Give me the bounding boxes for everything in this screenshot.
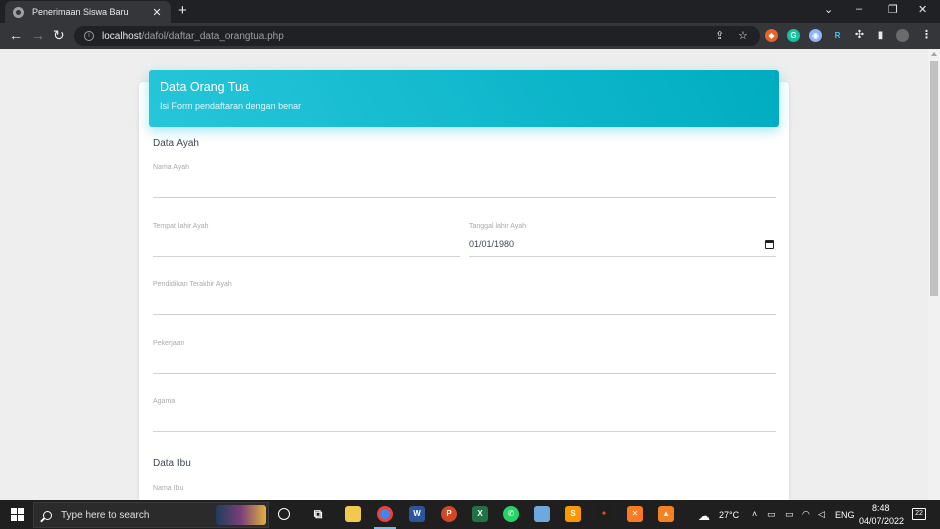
windows-taskbar: Type here to search ⧉ W P X ✆ S ✦ ✕ ▲ ☁ … bbox=[0, 500, 940, 529]
browser-tab[interactable]: Penerimaan Siswa Baru ✕ bbox=[5, 1, 171, 23]
language-indicator[interactable]: ENG bbox=[835, 510, 855, 520]
taskbar-search-box[interactable]: Type here to search bbox=[33, 502, 269, 528]
calendar-icon[interactable] bbox=[765, 240, 774, 249]
extension-brave-icon[interactable]: ◆ bbox=[765, 29, 778, 42]
tab-search-icon[interactable]: ⌄ bbox=[824, 3, 833, 16]
father-job-field[interactable]: Pekerjaan bbox=[153, 340, 776, 374]
father-name-label: Nama Ayah bbox=[153, 164, 190, 171]
browser-toolbar: ← → ↻ i localhost /dafol/daftar_data_ora… bbox=[0, 23, 940, 49]
father-birthplace-field[interactable]: Tempat lahir Ayah bbox=[153, 223, 460, 257]
weather-cloud-icon[interactable]: ☁ bbox=[698, 509, 710, 523]
windows-start-icon[interactable] bbox=[11, 508, 24, 521]
figma-icon[interactable]: ✦ bbox=[596, 506, 612, 522]
forward-arrow-icon[interactable]: → bbox=[31, 27, 45, 43]
share-icon[interactable]: ⇪ bbox=[715, 29, 724, 42]
father-job-label: Pekerjaan bbox=[153, 340, 185, 347]
whatsapp-icon[interactable]: ✆ bbox=[503, 506, 519, 522]
globe-icon bbox=[13, 6, 24, 18]
task-view-icon[interactable]: ⧉ bbox=[310, 506, 326, 522]
volume-icon[interactable]: ◁ bbox=[818, 509, 825, 520]
scrollbar-thumb[interactable] bbox=[930, 61, 938, 296]
close-window-button[interactable]: ✕ bbox=[918, 3, 927, 16]
page-scrollbar[interactable] bbox=[928, 49, 940, 500]
powerpoint-icon[interactable]: P bbox=[441, 506, 457, 522]
form-subtitle: Isi Form pendaftaran dengan benar bbox=[160, 101, 302, 111]
section-title-mother: Data Ibu bbox=[153, 458, 191, 469]
clock-time[interactable]: 8:48 bbox=[872, 503, 890, 513]
word-icon[interactable]: W bbox=[409, 506, 425, 522]
browser-tab-strip: Penerimaan Siswa Baru ✕ + ⌄ – ❐ ✕ bbox=[0, 0, 940, 23]
father-name-field[interactable]: Nama Ayah bbox=[153, 164, 776, 198]
search-highlight-image bbox=[216, 505, 266, 525]
chrome-icon[interactable] bbox=[377, 506, 393, 522]
excel-icon[interactable]: X bbox=[472, 506, 488, 522]
new-tab-button[interactable]: + bbox=[178, 3, 187, 19]
battery-icon[interactable]: ▭ bbox=[785, 509, 794, 520]
cortana-icon[interactable] bbox=[278, 508, 290, 520]
extension-circle-icon[interactable]: ◉ bbox=[809, 29, 822, 42]
url-host: localhost bbox=[102, 30, 142, 42]
notepad-icon[interactable] bbox=[534, 506, 550, 522]
input-underline bbox=[153, 314, 776, 315]
back-arrow-icon[interactable]: ← bbox=[9, 27, 23, 43]
extension-r-icon[interactable]: R bbox=[831, 29, 844, 42]
taskbar-search-placeholder: Type here to search bbox=[61, 509, 150, 521]
tray-monitor-icon[interactable]: ▭ bbox=[767, 509, 776, 520]
father-religion-field[interactable]: Agama bbox=[153, 398, 776, 432]
reload-icon[interactable]: ↻ bbox=[53, 27, 65, 43]
input-underline bbox=[469, 256, 776, 257]
page-viewport: Data Orang Tua Isi Form pendaftaran deng… bbox=[0, 49, 928, 500]
father-birthdate-value: 01/01/1980 bbox=[469, 239, 515, 249]
site-info-icon[interactable]: i bbox=[84, 31, 94, 41]
input-underline bbox=[153, 373, 776, 374]
tab-title: Penerimaan Siswa Baru bbox=[32, 7, 129, 17]
mother-name-label: Nama Ibu bbox=[153, 485, 184, 492]
mother-name-field[interactable]: Nama Ibu bbox=[153, 485, 776, 500]
input-underline bbox=[153, 197, 776, 198]
scroll-up-arrow-icon[interactable] bbox=[931, 52, 937, 56]
sublime-text-icon[interactable]: S bbox=[565, 506, 581, 522]
temperature-text[interactable]: 27°C bbox=[719, 510, 739, 520]
father-birthplace-label: Tempat lahir Ayah bbox=[153, 223, 209, 230]
input-underline bbox=[153, 431, 776, 432]
xampp-icon[interactable]: ✕ bbox=[627, 506, 643, 522]
address-bar[interactable]: i localhost /dafol/daftar_data_orangtua.… bbox=[74, 26, 760, 46]
section-title-father: Data Ayah bbox=[153, 138, 199, 149]
father-birthdate-label: Tanggal lahir Ayah bbox=[469, 223, 527, 230]
father-education-label: Pendidikan Terakhir Ayah bbox=[153, 281, 232, 288]
tray-chevron-up-icon[interactable]: ˄ bbox=[752, 509, 757, 519]
menu-kebab-icon[interactable]: ⋮ bbox=[920, 29, 933, 42]
father-religion-label: Agama bbox=[153, 398, 176, 405]
input-underline bbox=[153, 256, 460, 257]
grammarly-icon[interactable]: G bbox=[787, 29, 800, 42]
profile-avatar[interactable] bbox=[896, 29, 909, 42]
notification-icon[interactable]: 22 bbox=[912, 508, 926, 520]
father-education-field[interactable]: Pendidikan Terakhir Ayah bbox=[153, 281, 776, 315]
url-path: /dafol/daftar_data_orangtua.php bbox=[141, 30, 284, 42]
extensions-puzzle-icon[interactable]: ✣ bbox=[853, 29, 866, 42]
app-icon[interactable]: ▲ bbox=[658, 506, 674, 522]
form-card-header: Data Orang Tua Isi Form pendaftaran deng… bbox=[149, 70, 779, 127]
form-title: Data Orang Tua bbox=[160, 80, 249, 94]
side-panel-icon[interactable]: ▮ bbox=[874, 29, 887, 42]
bookmark-star-icon[interactable]: ☆ bbox=[738, 29, 748, 42]
search-icon bbox=[43, 510, 52, 520]
restore-button[interactable]: ❐ bbox=[888, 3, 898, 16]
minimize-button[interactable]: – bbox=[856, 3, 862, 15]
father-birthdate-field[interactable]: Tanggal lahir Ayah 01/01/1980 bbox=[469, 223, 776, 257]
clock-date[interactable]: 04/07/2022 bbox=[859, 516, 904, 526]
file-explorer-icon[interactable] bbox=[345, 506, 361, 522]
tab-close-icon[interactable]: ✕ bbox=[151, 6, 163, 19]
wifi-icon[interactable]: ◠ bbox=[802, 509, 810, 520]
